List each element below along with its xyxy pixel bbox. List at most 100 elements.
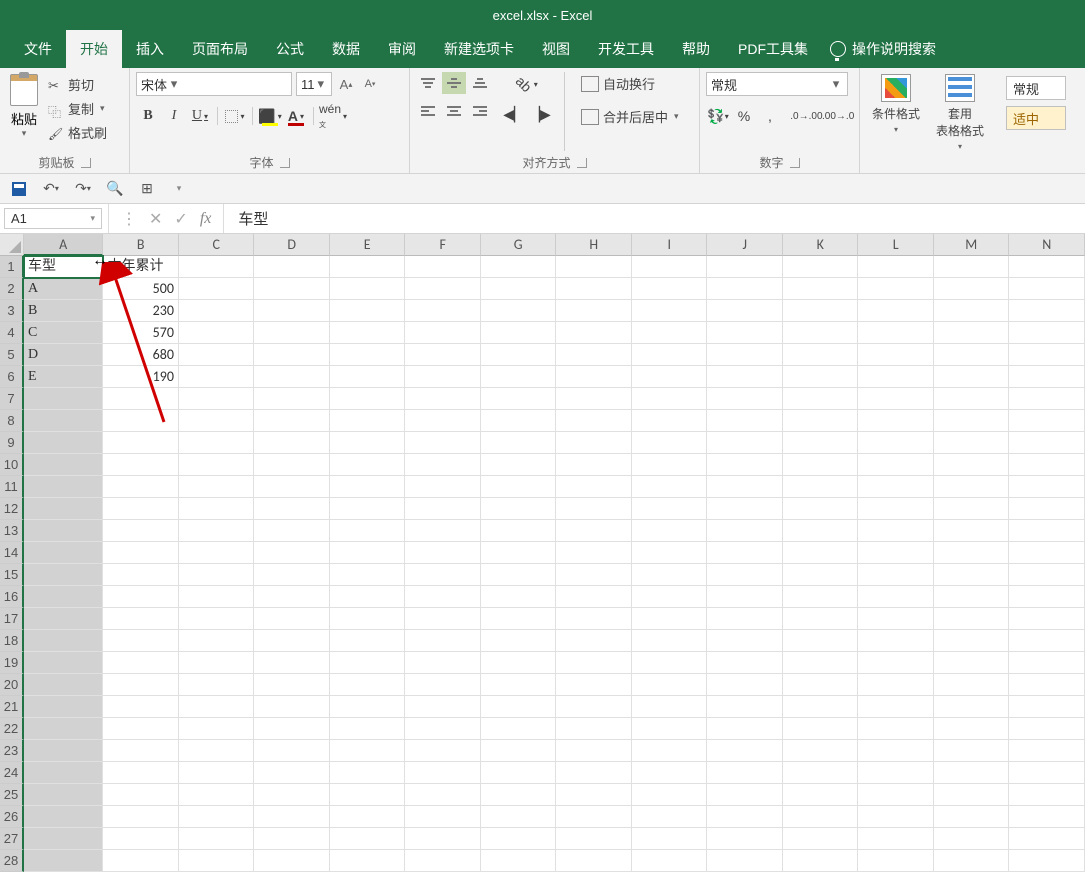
cell-D6[interactable] (254, 366, 330, 388)
cell-H4[interactable] (556, 322, 632, 344)
tab-视图[interactable]: 视图 (528, 30, 584, 68)
cell-E17[interactable] (330, 608, 406, 630)
cell-L18[interactable] (858, 630, 934, 652)
cell-I26[interactable] (632, 806, 708, 828)
cell-B6[interactable]: 190 (103, 366, 179, 388)
row-header-18[interactable]: 18 (0, 630, 24, 652)
cell-J11[interactable] (707, 476, 783, 498)
cell-H14[interactable] (556, 542, 632, 564)
cell-F25[interactable] (405, 784, 481, 806)
cell-J17[interactable] (707, 608, 783, 630)
cell-L14[interactable] (858, 542, 934, 564)
cell-M8[interactable] (934, 410, 1010, 432)
cell-K25[interactable] (783, 784, 859, 806)
cell-E14[interactable] (330, 542, 406, 564)
cell-E15[interactable] (330, 564, 406, 586)
cell-L8[interactable] (858, 410, 934, 432)
cell-D5[interactable] (254, 344, 330, 366)
cell-A4[interactable]: C (24, 322, 103, 344)
cell-H1[interactable] (556, 256, 632, 278)
cell-C10[interactable] (179, 454, 255, 476)
cell-D27[interactable] (254, 828, 330, 850)
cell-I15[interactable] (632, 564, 708, 586)
row-header-13[interactable]: 13 (0, 520, 24, 542)
cell-L4[interactable] (858, 322, 934, 344)
row-header-15[interactable]: 15 (0, 564, 24, 586)
cell-B13[interactable] (103, 520, 179, 542)
cell-N22[interactable] (1009, 718, 1085, 740)
column-header-N[interactable]: N (1009, 234, 1085, 256)
cell-D2[interactable] (254, 278, 330, 300)
cell-D15[interactable] (254, 564, 330, 586)
cell-N17[interactable] (1009, 608, 1085, 630)
cell-L20[interactable] (858, 674, 934, 696)
cell-F8[interactable] (405, 410, 481, 432)
cell-C28[interactable] (179, 850, 255, 872)
cell-G18[interactable] (481, 630, 557, 652)
cell-H8[interactable] (556, 410, 632, 432)
cell-K15[interactable] (783, 564, 859, 586)
merge-center-button[interactable]: 合并后居中▾ (577, 105, 683, 128)
cell-H11[interactable] (556, 476, 632, 498)
clipboard-dialog-launcher[interactable] (81, 158, 91, 168)
cell-L22[interactable] (858, 718, 934, 740)
conditional-format-button[interactable]: 条件格式 ▾ (866, 72, 926, 173)
cell-G4[interactable] (481, 322, 557, 344)
cell-L3[interactable] (858, 300, 934, 322)
percent-button[interactable]: % (732, 104, 756, 128)
cell-C26[interactable] (179, 806, 255, 828)
cell-D17[interactable] (254, 608, 330, 630)
cell-G5[interactable] (481, 344, 557, 366)
cell-I19[interactable] (632, 652, 708, 674)
save-button[interactable] (8, 178, 30, 200)
cell-B14[interactable] (103, 542, 179, 564)
cell-G13[interactable] (481, 520, 557, 542)
cell-M4[interactable] (934, 322, 1010, 344)
cell-K9[interactable] (783, 432, 859, 454)
cell-F3[interactable] (405, 300, 481, 322)
increase-indent-button[interactable]: ▕▶ (528, 102, 552, 126)
row-header-19[interactable]: 19 (0, 652, 24, 674)
column-header-A[interactable]: A (24, 234, 103, 256)
cell-H5[interactable] (556, 344, 632, 366)
cell-C19[interactable] (179, 652, 255, 674)
tell-me-search[interactable]: 操作说明搜索 (830, 30, 936, 68)
cell-J5[interactable] (707, 344, 783, 366)
cell-F24[interactable] (405, 762, 481, 784)
cell-E1[interactable] (330, 256, 406, 278)
cell-H27[interactable] (556, 828, 632, 850)
tab-页面布局[interactable]: 页面布局 (178, 30, 262, 68)
cell-I14[interactable] (632, 542, 708, 564)
cell-K6[interactable] (783, 366, 859, 388)
align-bottom-button[interactable] (468, 72, 492, 94)
cell-B21[interactable] (103, 696, 179, 718)
cell-L23[interactable] (858, 740, 934, 762)
cell-E20[interactable] (330, 674, 406, 696)
cell-D14[interactable] (254, 542, 330, 564)
cell-I28[interactable] (632, 850, 708, 872)
spreadsheet-grid[interactable]: ABCDEFGHIJKLMN 1234567891011121314151617… (0, 234, 1085, 874)
column-header-C[interactable]: C (179, 234, 255, 256)
style-good[interactable]: 适中 (1006, 106, 1066, 130)
cell-H2[interactable] (556, 278, 632, 300)
cell-A8[interactable] (24, 410, 103, 432)
row-header-28[interactable]: 28 (0, 850, 24, 872)
cell-I17[interactable] (632, 608, 708, 630)
cell-E7[interactable] (330, 388, 406, 410)
cell-L24[interactable] (858, 762, 934, 784)
cell-D20[interactable] (254, 674, 330, 696)
cell-F17[interactable] (405, 608, 481, 630)
decrease-decimal-button[interactable]: .00→.0 (823, 104, 853, 128)
cell-N6[interactable] (1009, 366, 1085, 388)
cell-F23[interactable] (405, 740, 481, 762)
column-header-K[interactable]: K (783, 234, 859, 256)
cell-K16[interactable] (783, 586, 859, 608)
cell-N8[interactable] (1009, 410, 1085, 432)
row-header-11[interactable]: 11 (0, 476, 24, 498)
cell-F10[interactable] (405, 454, 481, 476)
cell-M6[interactable] (934, 366, 1010, 388)
cell-K18[interactable] (783, 630, 859, 652)
undo-button[interactable]: ↶▾ (40, 178, 62, 200)
cell-A9[interactable] (24, 432, 103, 454)
orientation-button[interactable]: ab▾ (502, 72, 552, 96)
